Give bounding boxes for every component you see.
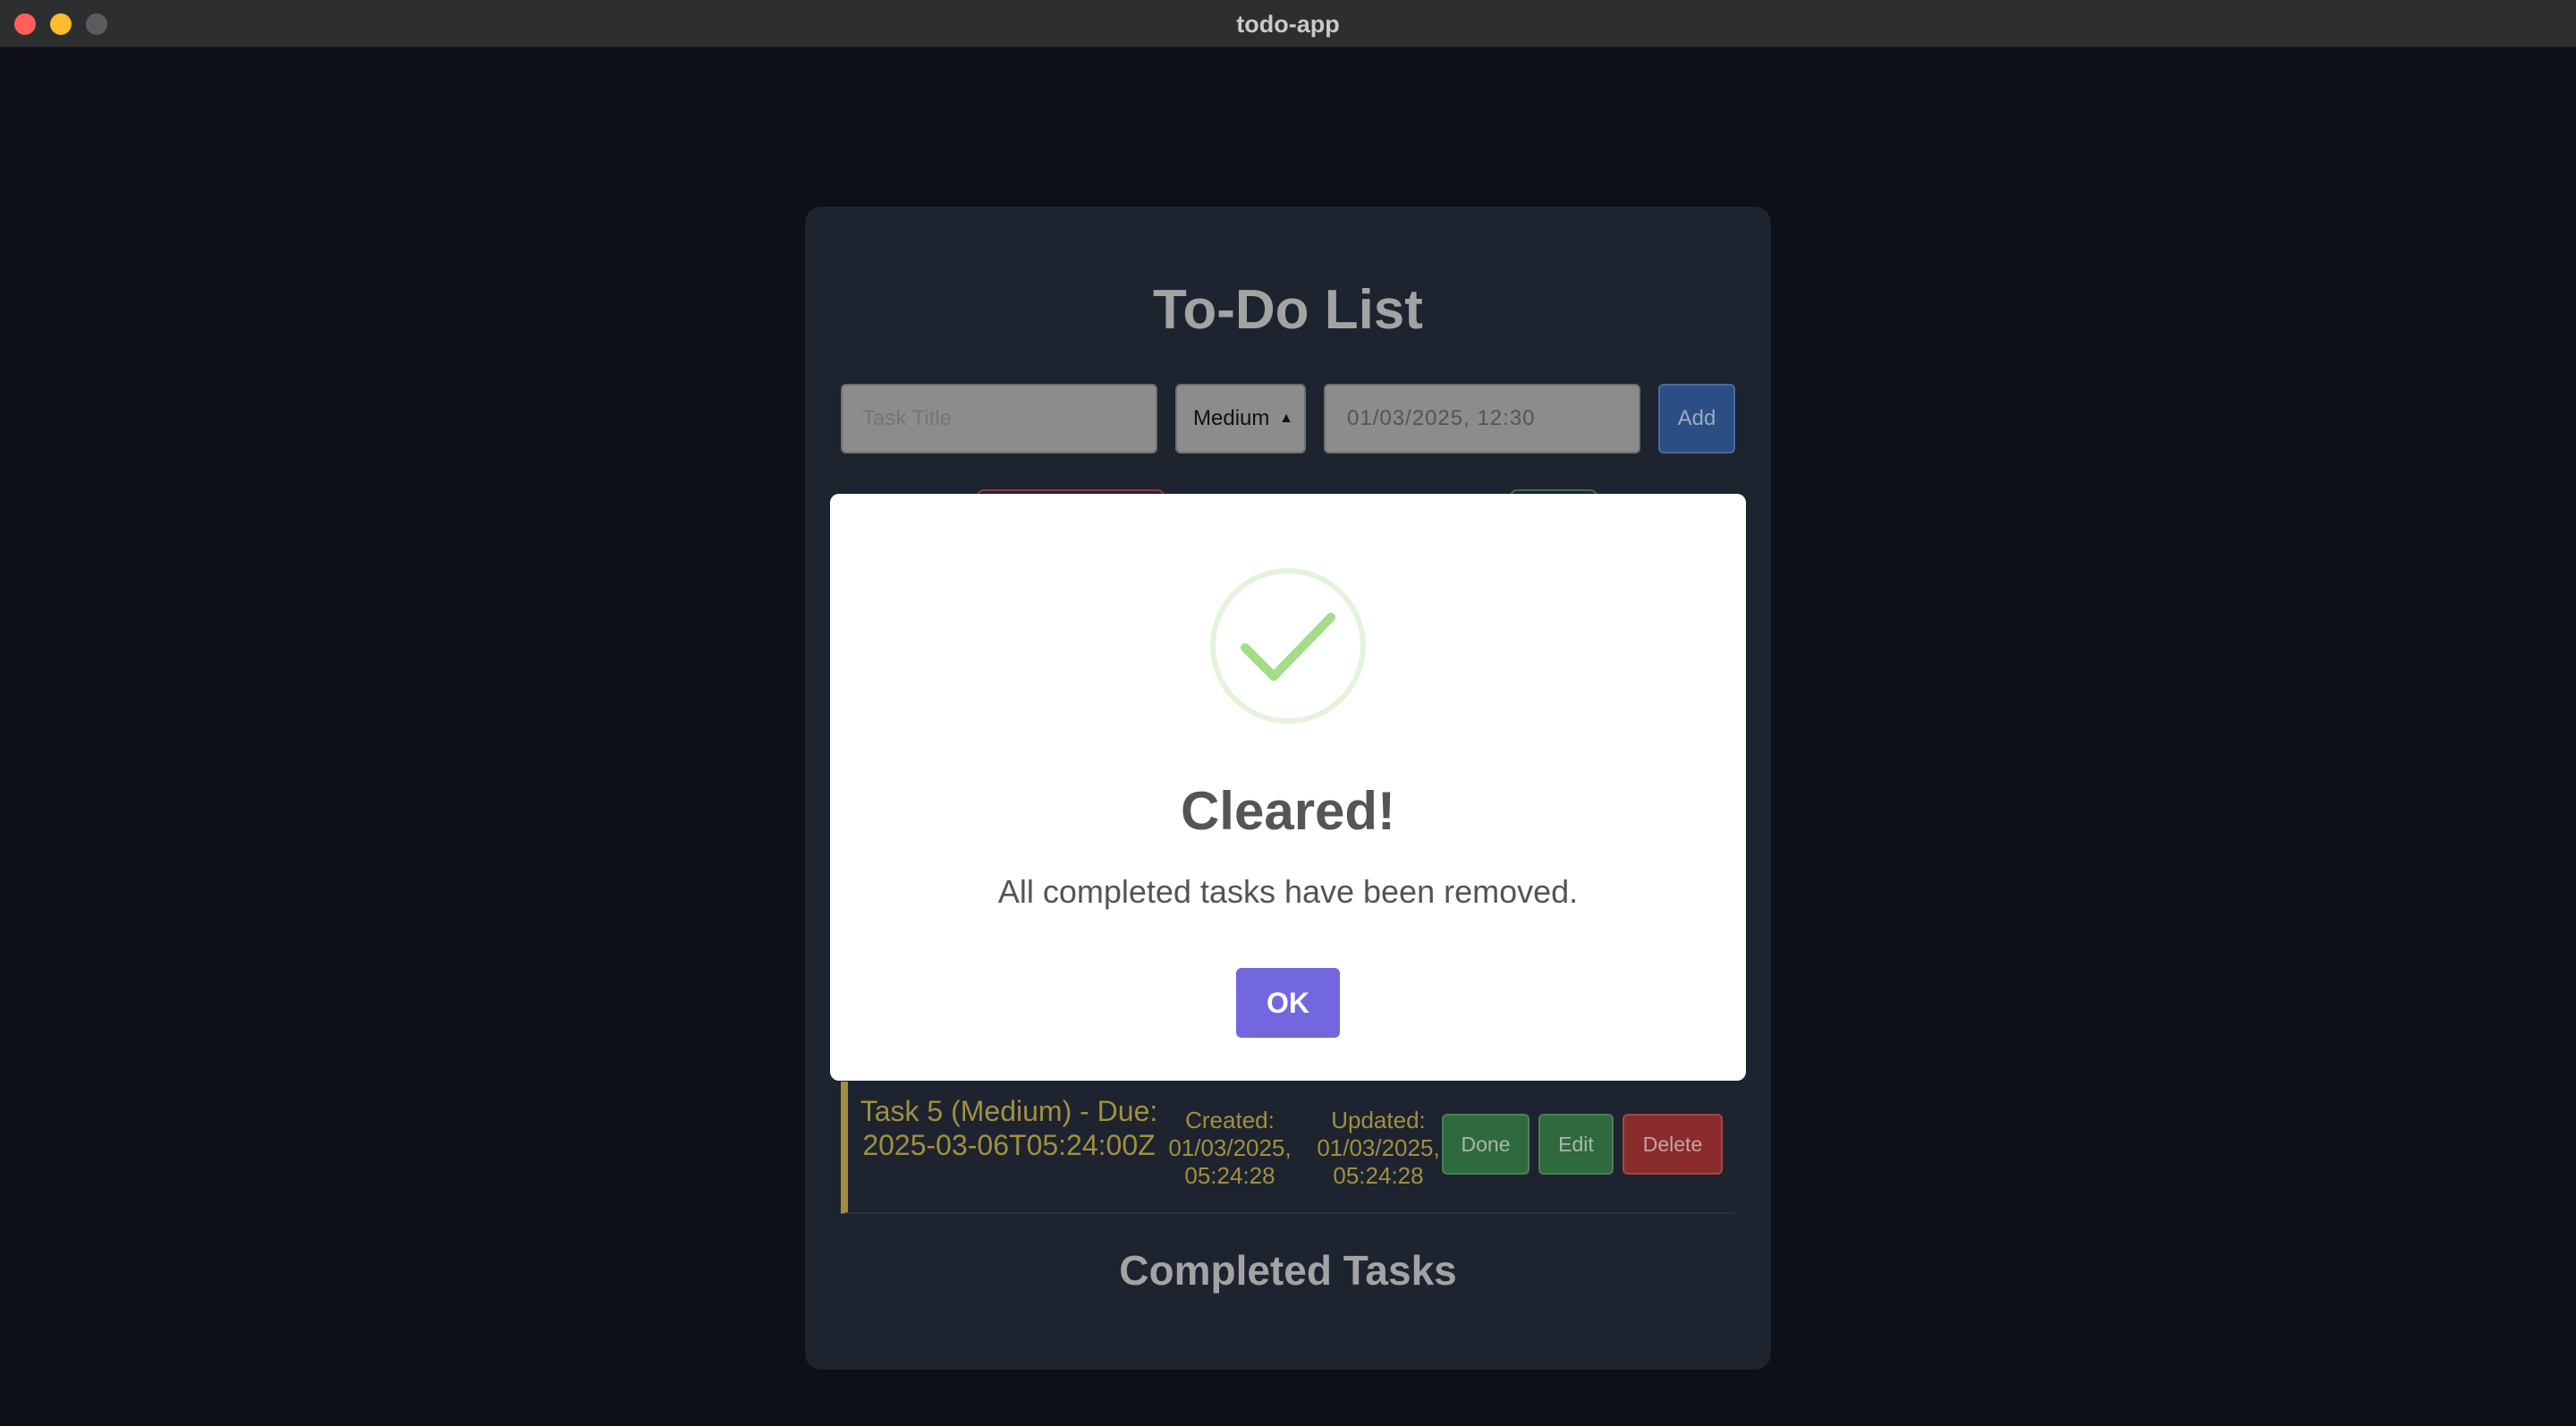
priority-select-value: Medium	[1193, 406, 1270, 430]
modal-message: All completed tasks have been removed.	[997, 873, 1579, 910]
page-title: To-Do List	[1153, 279, 1423, 341]
task-row: Task 5 (Medium) - Due: 2025-03-06T05:24:…	[841, 1082, 1735, 1214]
task-edit-button[interactable]: Edit	[1538, 1114, 1614, 1175]
ok-button[interactable]: OK	[1236, 968, 1340, 1038]
completed-tasks-heading: Completed Tasks	[1119, 1247, 1457, 1294]
add-task-button[interactable]: Add	[1658, 384, 1735, 454]
priority-select[interactable]: Medium ▲	[1175, 384, 1306, 454]
app-content: To-Do List Medium ▲ 01/03/2025, 12:30 Ad…	[0, 50, 2576, 1426]
task-title-input[interactable]	[841, 384, 1157, 454]
task-done-button[interactable]: Done	[1442, 1114, 1530, 1175]
window-titlebar: todo-app	[0, 0, 2576, 48]
window-title: todo-app	[1236, 11, 1340, 38]
task-updated: Updated: 01/03/2025, 05:24:28	[1317, 1107, 1440, 1189]
success-check-icon	[1210, 568, 1366, 724]
task-title: Task 5 (Medium) - Due: 2025-03-06T05:24:…	[860, 1095, 1158, 1161]
due-datetime-input[interactable]: 01/03/2025, 12:30	[1324, 384, 1640, 454]
select-arrows-icon: ▲	[1279, 411, 1293, 426]
success-modal: Cleared! All completed tasks have been r…	[830, 494, 1746, 1081]
task-delete-button[interactable]: Delete	[1623, 1114, 1723, 1175]
task-created: Created: 01/03/2025, 05:24:28	[1168, 1107, 1292, 1189]
modal-title: Cleared!	[1180, 781, 1396, 841]
